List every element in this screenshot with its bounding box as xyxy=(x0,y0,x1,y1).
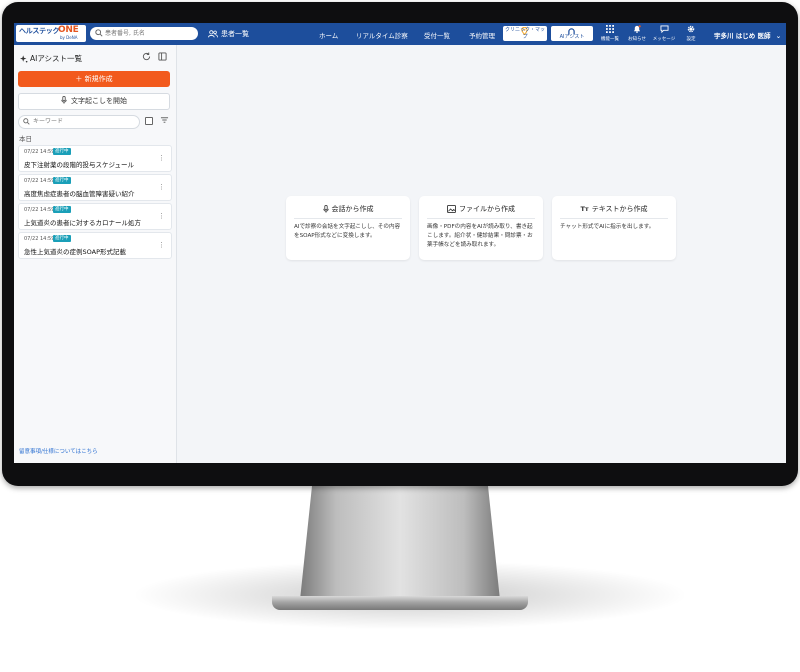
clinic-map-button[interactable]: クリニック・マップ xyxy=(503,26,547,41)
create-from-conversation-card[interactable]: 会話から作成 AIで診察の会話を文字起こしし、その内容をSOAP形式などに変換し… xyxy=(286,196,410,260)
logo-text: ヘルステック xyxy=(19,27,60,35)
patient-search[interactable] xyxy=(90,27,198,40)
notifications-label: お知らせ xyxy=(628,37,646,42)
card-divider xyxy=(560,218,668,219)
clinic-map-label: クリニック・マップ xyxy=(505,27,545,40)
monitor-stand-neck xyxy=(300,486,500,600)
new-create-button[interactable]: ＋ 新規作成 xyxy=(18,71,170,87)
feature-list-button[interactable]: 機能一覧 xyxy=(597,25,623,42)
nav-realtime-exam[interactable]: リアルタイム診察 xyxy=(356,30,408,40)
monitor-stand-base xyxy=(272,596,528,610)
app-screen: ヘルステック ONE by DeNA 患者一覧 ホーム リアルタイム診察 受付一… xyxy=(14,23,786,463)
top-bar: ヘルステック ONE by DeNA 患者一覧 ホーム リアルタイム診察 受付一… xyxy=(14,23,786,45)
more-icon[interactable]: ⋮ xyxy=(158,154,165,162)
section-today: 本日 xyxy=(19,135,32,143)
list-item[interactable]: 07/22 14:59 進行中 高度焦虑症患者の脳血管障害疑い紹介 ⋮ xyxy=(18,174,172,201)
item-title: 高度焦虑症患者の脳血管障害疑い紹介 xyxy=(24,190,135,198)
card-description: チャット形式でAIに指示を出します。 xyxy=(560,224,655,230)
card-description: 画像・PDFの内容をAIが読み取り、書き起こします。紹介状・健診結果・問診票・お… xyxy=(427,224,533,248)
ai-assist-label: AIアシスト xyxy=(559,34,585,40)
patient-search-input[interactable] xyxy=(105,28,193,38)
status-badge: 進行中 xyxy=(53,148,71,155)
card-divider xyxy=(294,218,402,219)
patients-list-link[interactable]: 患者一覧 xyxy=(208,29,249,39)
list-item[interactable]: 07/22 14:59 進行中 皮下注射薬の段階的投与スケジュール ⋮ xyxy=(18,145,172,172)
patients-list-label: 患者一覧 xyxy=(221,30,249,38)
select-checkbox[interactable] xyxy=(145,117,153,125)
card-description: AIで診察の会話を文字起こしし、その内容をSOAP形式などに変換します。 xyxy=(294,224,401,239)
nav-home[interactable]: ホーム xyxy=(319,30,338,40)
item-title: 急性上気道炎の症例SOAP形式記載 xyxy=(24,248,126,256)
logo-sub: by DeNA xyxy=(60,35,78,40)
card-title: テキストから作成 xyxy=(591,205,648,213)
user-name: 宇多川 はじめ 医師 xyxy=(714,32,771,40)
more-icon[interactable]: ⋮ xyxy=(158,183,165,191)
message-icon xyxy=(660,25,668,34)
create-from-text-card[interactable]: Tт テキストから作成 チャット形式でAIに指示を出します。 xyxy=(552,196,676,260)
sidebar-toggle-icon[interactable] xyxy=(158,52,167,61)
item-datetime: 07/22 14:59 xyxy=(24,236,55,242)
refresh-icon[interactable] xyxy=(142,52,151,61)
feature-list-label: 機能一覧 xyxy=(601,37,619,42)
item-datetime: 07/22 14:59 xyxy=(24,207,55,213)
status-badge: 進行中 xyxy=(53,177,71,184)
bell-icon xyxy=(633,25,641,33)
card-header: 会話から作成 xyxy=(286,204,410,214)
more-icon[interactable]: ⋮ xyxy=(158,212,165,220)
nav-reception-list[interactable]: 受付一覧 xyxy=(424,30,450,40)
grid-icon xyxy=(606,25,614,33)
messages-button[interactable]: メッセージ xyxy=(651,25,677,42)
item-title: 上気道炎の患者に対するカロナール処方 xyxy=(24,219,141,227)
create-from-file-card[interactable]: ファイルから作成 画像・PDFの内容をAIが読み取り、書き起こします。紹介状・健… xyxy=(419,196,543,260)
item-datetime: 07/22 14:59 xyxy=(24,178,55,184)
card-title: ファイルから作成 xyxy=(459,205,515,213)
start-transcription-label: 文字起こしを開始 xyxy=(71,97,127,105)
settings-button[interactable]: 設定 xyxy=(678,25,704,42)
sparkle-icon xyxy=(20,54,28,62)
settings-label: 設定 xyxy=(686,37,696,42)
chevron-down-icon: ⌄ xyxy=(775,32,782,40)
text-icon: Tт xyxy=(580,205,589,213)
card-header: ファイルから作成 xyxy=(419,204,543,214)
item-title: 皮下注射薬の段階的投与スケジュール xyxy=(24,161,135,169)
filter-icon[interactable] xyxy=(160,116,169,124)
nav-reservation[interactable]: 予約管理 xyxy=(469,30,495,40)
item-datetime: 07/22 14:59 xyxy=(24,149,55,155)
card-title: 会話から作成 xyxy=(331,205,374,213)
gear-icon xyxy=(687,25,695,33)
ai-assist-button[interactable]: AIアシスト xyxy=(551,26,593,41)
notes-spec-link[interactable]: 留意事項/仕様についてはこちら xyxy=(19,447,98,455)
sidebar-title-text: AIアシスト一覧 xyxy=(30,54,83,63)
messages-label: メッセージ xyxy=(652,37,676,42)
user-menu[interactable]: 宇多川 はじめ 医師 ⌄ xyxy=(714,30,781,40)
search-icon xyxy=(95,29,103,37)
notifications-button[interactable]: お知らせ xyxy=(624,25,650,42)
keyword-input[interactable] xyxy=(33,117,133,126)
more-icon[interactable]: ⋮ xyxy=(158,241,165,249)
list-item[interactable]: 07/22 14:59 進行中 上気道炎の患者に対するカロナール処方 ⋮ xyxy=(18,203,172,230)
search-icon xyxy=(23,118,30,125)
sidebar-title: AIアシスト一覧 xyxy=(20,53,82,64)
list-item[interactable]: 07/22 14:59 進行中 急性上気道炎の症例SOAP形式記載 ⋮ xyxy=(18,232,172,259)
microphone-icon xyxy=(322,205,329,213)
image-icon xyxy=(447,205,456,213)
start-transcription-button[interactable]: 文字起こしを開始 xyxy=(18,93,170,110)
status-badge: 進行中 xyxy=(53,235,71,242)
microphone-icon xyxy=(61,96,67,104)
keyword-search[interactable] xyxy=(18,115,140,129)
sidebar: AIアシスト一覧 ＋ 新規作成 文字起こしを開始 本日 07/22 14:59 … xyxy=(14,45,177,463)
logo-one: ONE xyxy=(58,25,79,35)
status-badge: 進行中 xyxy=(53,206,71,213)
card-divider xyxy=(427,218,535,219)
users-icon xyxy=(208,30,218,38)
card-header: Tт テキストから作成 xyxy=(552,204,676,214)
app-logo[interactable]: ヘルステック ONE by DeNA xyxy=(16,25,86,42)
